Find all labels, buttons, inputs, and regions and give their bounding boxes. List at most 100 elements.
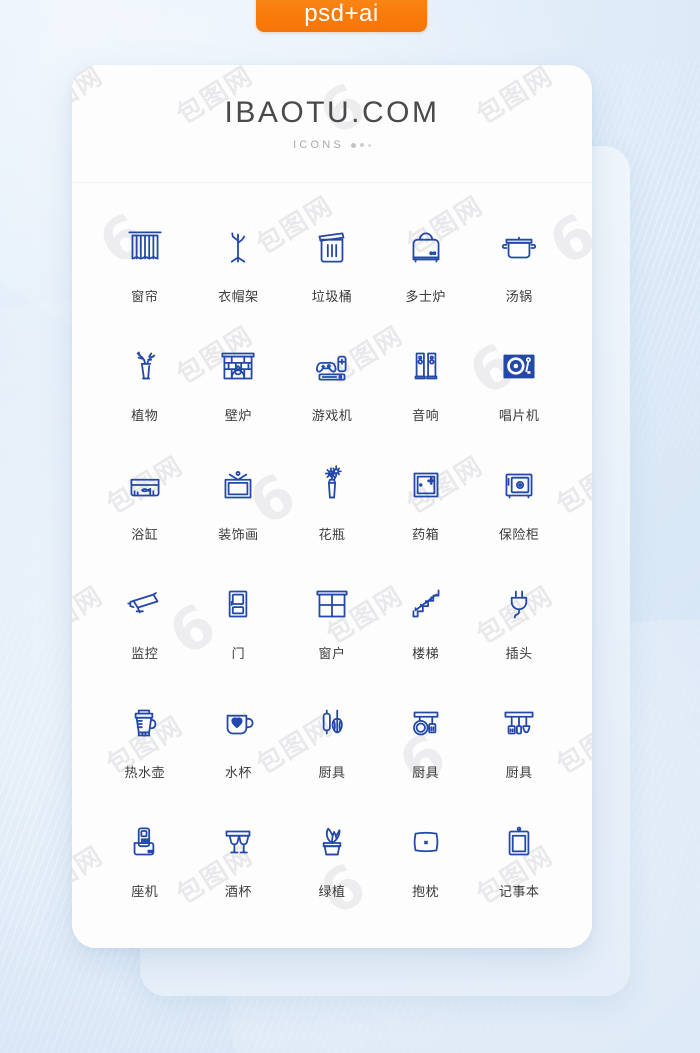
wine-glass-rack-icon — [215, 814, 261, 870]
card-subtitle-text: ICONS — [293, 139, 344, 151]
icon-cell-medicine-cabinet[interactable]: 药箱 — [379, 457, 473, 543]
icon-label: 座机 — [131, 884, 159, 899]
icon-cell-trash-can[interactable]: 垃圾桶 — [285, 219, 379, 305]
icon-cell-mug[interactable]: 水杯 — [192, 695, 286, 781]
icon-label: 汤锅 — [505, 289, 533, 304]
icon-cell-pillow[interactable]: 抱枕 — [379, 814, 473, 900]
icon-label: 门 — [231, 646, 246, 661]
brand-title: IBAOTU.COM — [224, 96, 440, 129]
icon-cell-soup-pot[interactable]: 汤锅 — [472, 219, 566, 305]
icon-cell-kitchenware-2[interactable]: 厨具 — [379, 695, 473, 781]
hanging-utensils-icon — [496, 695, 542, 751]
icon-label: 酒杯 — [224, 884, 252, 899]
coat-rack-icon — [215, 219, 261, 275]
icon-set-card: 6包图网包图网6包图网包图网包图网包图网6包图网包图网6包图网6包图网包图网6包… — [72, 65, 592, 948]
fireplace-icon — [215, 338, 261, 394]
icon-cell-potted-plant[interactable]: 绿植 — [285, 814, 379, 900]
icon-cell-framed-picture[interactable]: 装饰画 — [192, 457, 286, 543]
icon-cell-kitchenware-3[interactable]: 厨具 — [472, 695, 566, 781]
trash-can-icon — [309, 219, 355, 275]
icon-label: 多士炉 — [405, 289, 446, 304]
icon-cell-stairs[interactable]: 楼梯 — [379, 576, 473, 662]
icon-label: 厨具 — [412, 765, 440, 780]
potted-plant-icon — [309, 814, 355, 870]
icon-cell-safe-box[interactable]: 保险柜 — [472, 457, 566, 543]
stairs-icon — [403, 576, 449, 632]
icon-cell-fireplace[interactable]: 壁炉 — [192, 338, 286, 424]
bathtub-icon — [122, 457, 168, 513]
icon-grid: 窗帘 衣帽架 垃圾桶 多士炉 汤锅 植物 壁炉 游戏机 音响 唱片机 浴缸 装饰画… — [72, 183, 592, 900]
plant-vase-icon — [122, 338, 168, 394]
game-console-icon — [309, 338, 355, 394]
icon-label: 药箱 — [412, 527, 440, 542]
icon-label: 花瓶 — [318, 527, 346, 542]
notebook-clipboard-icon — [496, 814, 542, 870]
icon-label: 抱枕 — [412, 884, 440, 899]
hanging-pan-icon — [403, 695, 449, 751]
icon-label: 游戏机 — [311, 408, 353, 423]
icon-label: 记事本 — [498, 884, 540, 899]
door-icon — [215, 576, 261, 632]
toaster-icon — [403, 219, 449, 275]
record-player-icon — [496, 338, 542, 394]
icon-cell-plant[interactable]: 植物 — [98, 338, 192, 424]
subtitle-dots-icon — [350, 142, 371, 148]
icon-cell-kettle-blender[interactable]: 热水壶 — [98, 695, 192, 781]
icon-cell-record-player[interactable]: 唱片机 — [472, 338, 566, 424]
icon-cell-kitchenware-1[interactable]: 厨具 — [285, 695, 379, 781]
landline-phone-icon — [122, 814, 168, 870]
card-header: IBAOTU.COM ICONS — [72, 65, 592, 183]
icon-cell-toaster[interactable]: 多士炉 — [379, 219, 473, 305]
icon-label: 窗户 — [318, 646, 346, 661]
icon-cell-bathtub[interactable]: 浴缸 — [98, 457, 192, 543]
speakers-icon — [403, 338, 449, 394]
screenshot-root: psd+ai 6包图网包图网6包图网包图网包图网包图网6包图网包图网6包图网6包… — [0, 0, 700, 1053]
icon-cell-door[interactable]: 门 — [192, 576, 286, 662]
pillow-icon — [403, 814, 449, 870]
psd-ai-badge: psd+ai — [256, 0, 427, 32]
security-camera-icon — [122, 576, 168, 632]
icon-label: 壁炉 — [224, 408, 252, 423]
card-subtitle: ICONS — [293, 139, 371, 151]
icon-label: 厨具 — [505, 765, 533, 780]
icon-label: 保险柜 — [498, 527, 540, 542]
icon-label: 热水壶 — [124, 765, 166, 780]
icon-label: 唱片机 — [498, 408, 540, 423]
icon-label: 浴缸 — [131, 527, 159, 542]
soup-pot-icon — [496, 219, 542, 275]
icon-label: 垃圾桶 — [311, 289, 353, 304]
icon-cell-power-plug[interactable]: 插头 — [472, 576, 566, 662]
icon-label: 装饰画 — [218, 527, 259, 542]
icon-label: 植物 — [131, 408, 159, 423]
window-icon — [309, 576, 355, 632]
icon-cell-landline-phone[interactable]: 座机 — [98, 814, 192, 900]
flower-vase-icon — [309, 457, 355, 513]
icon-cell-wine-glasses[interactable]: 酒杯 — [192, 814, 286, 900]
icon-label: 绿植 — [318, 884, 346, 899]
icon-cell-speakers[interactable]: 音响 — [379, 338, 473, 424]
mug-heart-icon — [215, 695, 261, 751]
icon-cell-window[interactable]: 窗户 — [285, 576, 379, 662]
safe-box-icon — [496, 457, 542, 513]
icon-cell-security-camera[interactable]: 监控 — [98, 576, 192, 662]
medicine-cabinet-icon — [403, 457, 449, 513]
icon-cell-game-console[interactable]: 游戏机 — [285, 338, 379, 424]
icon-label: 窗帘 — [131, 289, 159, 304]
power-plug-icon — [496, 576, 542, 632]
icon-cell-notebook[interactable]: 记事本 — [472, 814, 566, 900]
icon-label: 厨具 — [318, 765, 346, 780]
curtain-icon — [122, 219, 168, 275]
icon-cell-coat-rack[interactable]: 衣帽架 — [192, 219, 286, 305]
blender-icon — [122, 695, 168, 751]
framed-picture-icon — [215, 457, 261, 513]
psd-ai-badge-label: psd+ai — [304, 0, 379, 27]
icon-label: 水杯 — [224, 765, 252, 780]
icon-cell-flower-vase[interactable]: 花瓶 — [285, 457, 379, 543]
icon-label: 衣帽架 — [218, 289, 259, 304]
rolling-pin-whisk-icon — [309, 695, 355, 751]
icon-label: 楼梯 — [412, 646, 440, 661]
icon-label: 插头 — [505, 646, 533, 661]
icon-label: 音响 — [412, 408, 440, 423]
icon-cell-curtain[interactable]: 窗帘 — [98, 219, 192, 305]
icon-label: 监控 — [131, 646, 159, 661]
